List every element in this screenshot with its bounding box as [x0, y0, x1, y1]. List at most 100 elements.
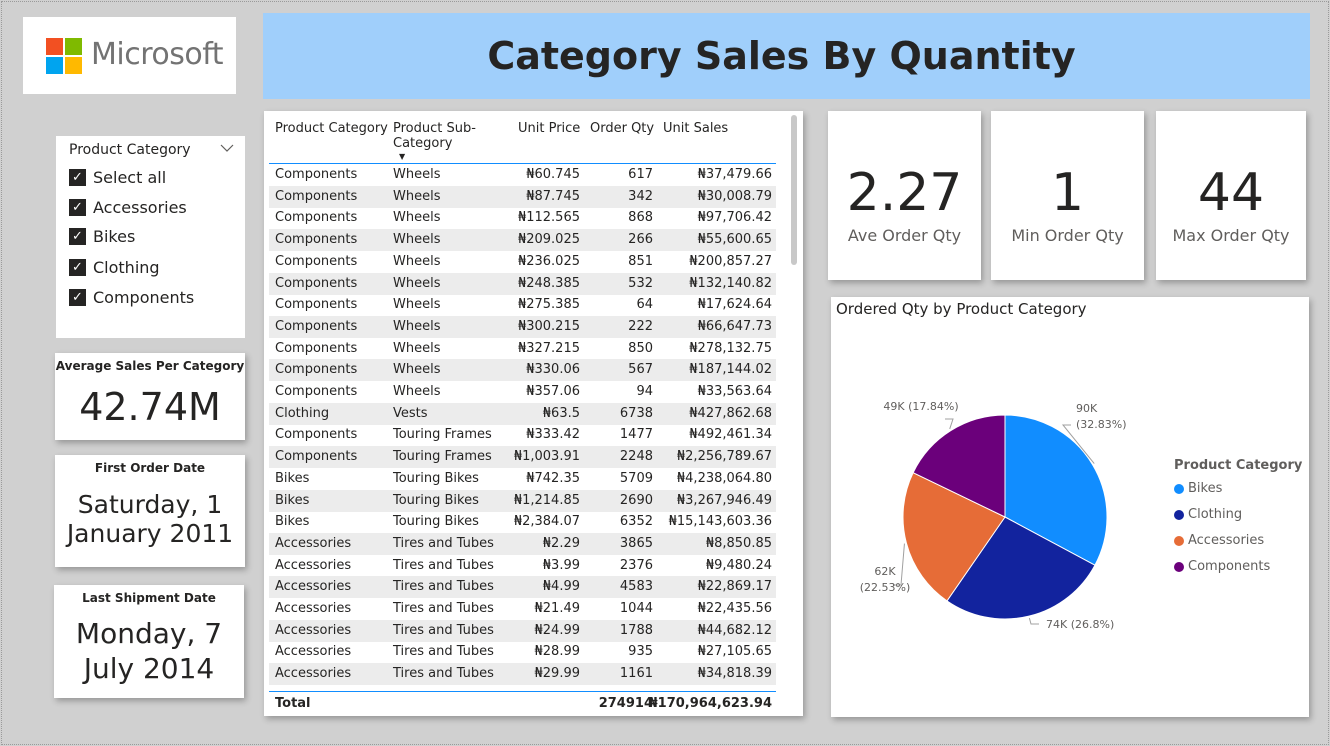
- cell-order-qty: 617: [628, 167, 653, 182]
- cell-unit-sales: ₦34,818.39: [697, 666, 772, 682]
- slicer-item-select-all[interactable]: ✓ Select all: [69, 168, 166, 187]
- column-header-unit-price[interactable]: Unit Price: [518, 121, 580, 136]
- cell-category: Clothing: [275, 405, 330, 421]
- cell-category: Components: [275, 362, 358, 378]
- cell-order-qty: 6352: [619, 514, 653, 530]
- slicer-item-components[interactable]: ✓ Components: [69, 288, 194, 307]
- cell-subcategory: Touring Bikes: [393, 492, 479, 508]
- checkbox-checked-icon[interactable]: ✓: [69, 259, 86, 276]
- cell-category: Bikes: [275, 514, 310, 530]
- table-row[interactable]: Accessories Tires and Tubes ₦2.29 3865 ₦8,85…: [269, 532, 776, 555]
- table-row[interactable]: Accessories Tires and Tubes ₦24.99 1788 ₦44,…: [269, 619, 776, 642]
- column-header-subcategory[interactable]: Product Sub- Category: [393, 121, 476, 151]
- legend-item-components[interactable]: Components: [1174, 559, 1270, 574]
- cell-order-qty: 342: [628, 188, 653, 204]
- table-row[interactable]: Components Wheels ₦275.385 64 ₦17,624.64: [269, 294, 776, 316]
- table-row[interactable]: Components Wheels ₦236.025 851 ₦200,857.27: [269, 251, 776, 273]
- cell-order-qty: 4583: [619, 579, 653, 595]
- product-category-slicer[interactable]: Product Category ✓ Select all ✓ Accessor…: [56, 136, 245, 338]
- table-row[interactable]: Components Wheels ₦209.025 266 ₦55,600.65: [269, 229, 776, 252]
- cell-unit-sales: ₦132,140.82: [689, 275, 772, 291]
- cell-unit-price: ₦28.99: [534, 644, 581, 660]
- data-label-value: 74K (26.8%): [1046, 618, 1114, 631]
- sort-descending-icon[interactable]: ▼: [399, 152, 405, 161]
- chart-title: Ordered Qty by Product Category: [836, 300, 1087, 318]
- slicer-item-bikes[interactable]: ✓ Bikes: [69, 227, 135, 246]
- cell-subcategory: Touring Bikes: [393, 514, 479, 530]
- table-row[interactable]: Components Wheels ₦60.745 617 ₦37,479.66: [269, 164, 776, 186]
- cell-unit-sales: ₦22,869.17: [697, 579, 772, 595]
- cell-order-qty: 2376: [619, 557, 653, 573]
- max-order-qty-card: 44 Max Order Qty: [1156, 111, 1306, 280]
- table-scrollbar[interactable]: [790, 115, 798, 695]
- table-row[interactable]: Components Touring Frames ₦1,003.91 2248 ₦2,…: [269, 446, 776, 469]
- cell-unit-price: ₦87.745: [526, 188, 580, 204]
- cell-category: Components: [275, 449, 358, 465]
- table-row[interactable]: Accessories Tires and Tubes ₦3.99 2376 ₦9,48…: [269, 555, 776, 577]
- table-row[interactable]: Components Wheels ₦357.06 94 ₦33,563.64: [269, 381, 776, 403]
- cell-order-qty: 1788: [619, 622, 653, 638]
- card-label: Last Shipment Date: [82, 591, 216, 605]
- cell-unit-price: ₦21.49: [534, 601, 581, 616]
- table-row[interactable]: Clothing Vests ₦63.5 6738 ₦427,862.68: [269, 402, 776, 425]
- scrollbar-thumb[interactable]: [791, 115, 797, 265]
- card-value: 1: [1050, 163, 1085, 223]
- brand-name: Microsoft: [91, 37, 224, 72]
- table-row[interactable]: Components Wheels ₦87.745 342 ₦30,008.79: [269, 185, 776, 208]
- legend-item-bikes[interactable]: Bikes: [1174, 481, 1222, 496]
- microsoft-logo-card: Microsoft: [23, 17, 236, 94]
- slicer-item-label: Clothing: [93, 258, 160, 277]
- cell-category: Accessories: [275, 622, 352, 638]
- table-row[interactable]: Bikes Touring Bikes ₦2,384.07 6352 ₦15,143,6…: [269, 511, 776, 533]
- table-row[interactable]: Components Wheels ₦327.215 850 ₦278,132.75: [269, 338, 776, 360]
- sales-table[interactable]: Product Category Product Sub- Category ▼…: [264, 111, 803, 716]
- table-total-row: Total 274914 ₦170,964,623.94: [269, 691, 776, 716]
- slicer-item-clothing[interactable]: ✓ Clothing: [69, 258, 160, 277]
- column-header-unit-sales[interactable]: Unit Sales: [663, 121, 728, 136]
- cell-order-qty: 222: [628, 318, 653, 334]
- cell-subcategory: Wheels: [393, 297, 441, 313]
- cell-unit-price: ₦330.06: [526, 362, 580, 378]
- legend-label: Clothing: [1188, 507, 1243, 522]
- column-header-category[interactable]: Product Category: [275, 121, 388, 136]
- slicer-item-label: Accessories: [93, 198, 187, 217]
- table-row[interactable]: Bikes Touring Bikes ₦1,214.85 2690 ₦3,267,94…: [269, 489, 776, 512]
- column-header-order-qty[interactable]: Order Qty: [590, 121, 654, 136]
- last-shipment-date-card: Last Shipment Date Monday, 7 July 2014: [54, 585, 244, 698]
- legend-title: Product Category: [1174, 458, 1303, 473]
- slicer-item-accessories[interactable]: ✓ Accessories: [69, 198, 187, 217]
- table-row[interactable]: Bikes Touring Bikes ₦742.35 5709 ₦4,238,064.…: [269, 468, 776, 490]
- pie-chart[interactable]: 90K (32.83%) 74K (26.8%) 62K (22.53%) 49K (17…: [831, 317, 1171, 717]
- average-sales-card: Average Sales Per Category 42.74M: [55, 353, 245, 440]
- cell-category: Components: [275, 167, 358, 182]
- cell-unit-sales: ₦492,461.34: [689, 427, 772, 443]
- cell-unit-price: ₦275.385: [517, 297, 580, 313]
- checkbox-checked-icon[interactable]: ✓: [69, 228, 86, 245]
- cell-category: Components: [275, 384, 358, 399]
- slicer-item-label: Select all: [93, 168, 167, 187]
- table-row[interactable]: Accessories Tires and Tubes ₦4.99 4583 ₦22,8…: [269, 576, 776, 599]
- cell-subcategory: Touring Frames: [393, 427, 492, 443]
- cell-order-qty: 64: [636, 297, 653, 313]
- ordered-qty-pie-card[interactable]: Ordered Qty by Product Category 90K (32.8…: [831, 297, 1309, 717]
- chevron-down-icon[interactable]: [220, 142, 234, 156]
- table-row[interactable]: Accessories Tires and Tubes ₦21.49 1044 ₦22,…: [269, 598, 776, 620]
- cell-subcategory: Wheels: [393, 340, 441, 356]
- cell-unit-sales: ₦27,105.65: [697, 644, 772, 660]
- table-row[interactable]: Components Wheels ₦330.06 567 ₦187,144.02: [269, 359, 776, 382]
- legend-item-clothing[interactable]: Clothing: [1174, 507, 1242, 522]
- table-row[interactable]: Accessories Tires and Tubes ₦28.99 935 ₦27,1…: [269, 641, 776, 663]
- table-row[interactable]: Components Wheels ₦300.215 222 ₦66,647.73: [269, 315, 776, 338]
- checkbox-checked-icon[interactable]: ✓: [69, 169, 86, 186]
- legend-item-accessories[interactable]: Accessories: [1174, 533, 1264, 548]
- table-row[interactable]: Components Wheels ₦112.565 868 ₦97,706.42: [269, 207, 776, 229]
- checkbox-checked-icon[interactable]: ✓: [69, 289, 86, 306]
- legend-label: Bikes: [1188, 481, 1223, 496]
- cell-unit-price: ₦60.745: [526, 167, 580, 182]
- table-row[interactable]: Accessories Tires and Tubes ₦29.99 1161 ₦34,…: [269, 663, 776, 686]
- cell-category: Components: [275, 210, 358, 226]
- cell-category: Accessories: [275, 601, 352, 616]
- checkbox-checked-icon[interactable]: ✓: [69, 199, 86, 216]
- table-row[interactable]: Components Wheels ₦248.385 532 ₦132,140.82: [269, 272, 776, 295]
- table-row[interactable]: Components Touring Frames ₦333.42 1477 ₦492,…: [269, 424, 776, 446]
